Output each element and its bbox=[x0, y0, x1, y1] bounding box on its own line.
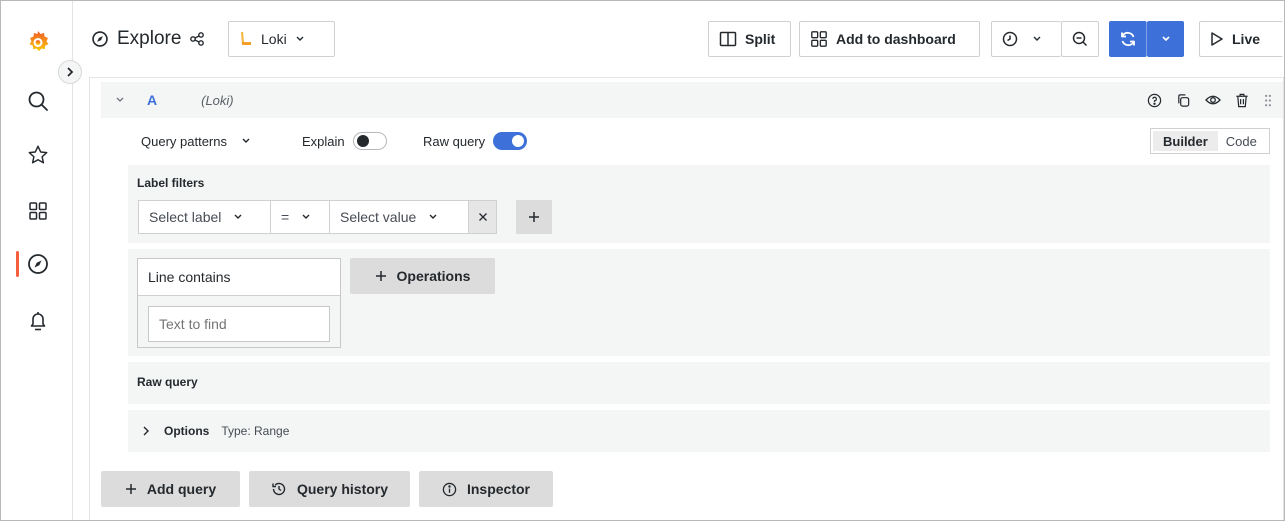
add-to-dashboard-button[interactable]: Add to dashboard bbox=[799, 21, 980, 57]
datasource-name: Loki bbox=[261, 31, 287, 47]
expand-sidebar-button[interactable] bbox=[58, 60, 82, 84]
help-icon[interactable] bbox=[1147, 93, 1162, 108]
query-history-button[interactable]: Query history bbox=[249, 471, 410, 507]
chevron-down-icon bbox=[233, 213, 243, 221]
query-datasource-hint: (Loki) bbox=[201, 92, 234, 108]
chevron-down-icon bbox=[301, 213, 311, 221]
share-icon[interactable] bbox=[189, 31, 205, 47]
refresh-icon bbox=[1119, 30, 1137, 48]
editor-mode-radio: Builder Code bbox=[1150, 128, 1270, 154]
chevron-down-icon bbox=[295, 35, 305, 43]
builder-mode-button[interactable]: Builder bbox=[1153, 131, 1218, 151]
loki-logo-icon bbox=[239, 31, 253, 47]
chevron-down-icon bbox=[1161, 35, 1171, 43]
label-filters-heading: Label filters bbox=[137, 176, 205, 190]
search-icon[interactable] bbox=[23, 86, 53, 116]
explain-toggle[interactable] bbox=[352, 132, 387, 150]
play-icon bbox=[1210, 31, 1224, 47]
zoom-out-button[interactable] bbox=[1061, 21, 1099, 57]
collapse-chevron-icon[interactable] bbox=[115, 96, 125, 104]
text-to-find-input[interactable] bbox=[148, 306, 330, 342]
split-button[interactable]: Split bbox=[708, 21, 791, 57]
active-indicator bbox=[16, 251, 19, 277]
grafana-logo-icon[interactable] bbox=[23, 27, 53, 57]
operator-dropdown[interactable]: = bbox=[270, 200, 330, 234]
options-row[interactable]: Options Type: Range bbox=[128, 410, 1270, 452]
zoom-out-icon bbox=[1072, 31, 1088, 47]
raw-query-toggle[interactable] bbox=[493, 132, 528, 150]
dashboards-icon bbox=[810, 30, 828, 48]
explore-toolbar: Explore Loki Split Add to dashboard Live bbox=[73, 1, 1284, 77]
add-query-button[interactable]: Add query bbox=[101, 471, 240, 507]
plus-icon bbox=[125, 483, 137, 495]
refresh-interval-dropdown[interactable] bbox=[1147, 21, 1184, 57]
query-patterns-dropdown[interactable]: Query patterns bbox=[141, 131, 251, 151]
query-row-actions bbox=[1147, 93, 1273, 108]
raw-query-heading: Raw query bbox=[137, 375, 198, 389]
inspector-button[interactable]: Inspector bbox=[419, 471, 553, 507]
raw-query-panel: Raw query bbox=[128, 362, 1270, 404]
trash-icon[interactable] bbox=[1235, 93, 1249, 108]
info-icon bbox=[442, 482, 457, 497]
explain-toggle-group: Explain bbox=[302, 131, 387, 151]
chevron-down-icon bbox=[241, 137, 251, 145]
plus-icon bbox=[375, 270, 387, 282]
explore-compass-icon bbox=[91, 30, 109, 48]
drag-handle-icon[interactable] bbox=[1263, 93, 1273, 108]
datasource-picker[interactable]: Loki bbox=[228, 21, 335, 57]
chevron-down-icon bbox=[428, 213, 438, 221]
line-contains-card: Line contains bbox=[137, 258, 341, 348]
plus-icon bbox=[528, 211, 540, 223]
page-title-group: Explore bbox=[91, 21, 205, 57]
select-label-dropdown[interactable]: Select label bbox=[138, 200, 271, 234]
time-picker-button[interactable] bbox=[991, 21, 1061, 57]
explore-compass-icon[interactable] bbox=[23, 249, 53, 279]
options-label: Options bbox=[164, 424, 210, 438]
clock-icon bbox=[1002, 31, 1018, 47]
line-contains-label: Line contains bbox=[138, 259, 340, 296]
star-icon[interactable] bbox=[23, 140, 53, 170]
raw-query-toggle-group: Raw query bbox=[423, 131, 528, 151]
history-icon bbox=[271, 481, 287, 497]
query-row-header: A (Loki) bbox=[101, 82, 1283, 118]
options-type: Type: Range bbox=[221, 424, 290, 438]
alert-bell-icon[interactable] bbox=[23, 306, 53, 336]
dashboards-icon[interactable] bbox=[23, 196, 53, 226]
close-icon bbox=[478, 212, 488, 222]
remove-filter-button[interactable] bbox=[468, 200, 497, 234]
add-operations-button[interactable]: Operations bbox=[350, 258, 495, 294]
eye-icon[interactable] bbox=[1205, 93, 1221, 107]
page-title: Explore bbox=[117, 28, 182, 49]
run-query-button[interactable] bbox=[1109, 21, 1147, 57]
copy-icon[interactable] bbox=[1176, 93, 1191, 108]
chevron-right-icon bbox=[142, 426, 150, 436]
query-ref-id[interactable]: A bbox=[147, 92, 157, 108]
live-button[interactable]: Live bbox=[1199, 21, 1283, 57]
split-icon bbox=[719, 31, 737, 47]
select-value-dropdown[interactable]: Select value bbox=[329, 200, 469, 234]
add-filter-button[interactable] bbox=[516, 200, 552, 234]
code-mode-button[interactable]: Code bbox=[1220, 134, 1263, 149]
chevron-down-icon bbox=[1032, 35, 1042, 43]
